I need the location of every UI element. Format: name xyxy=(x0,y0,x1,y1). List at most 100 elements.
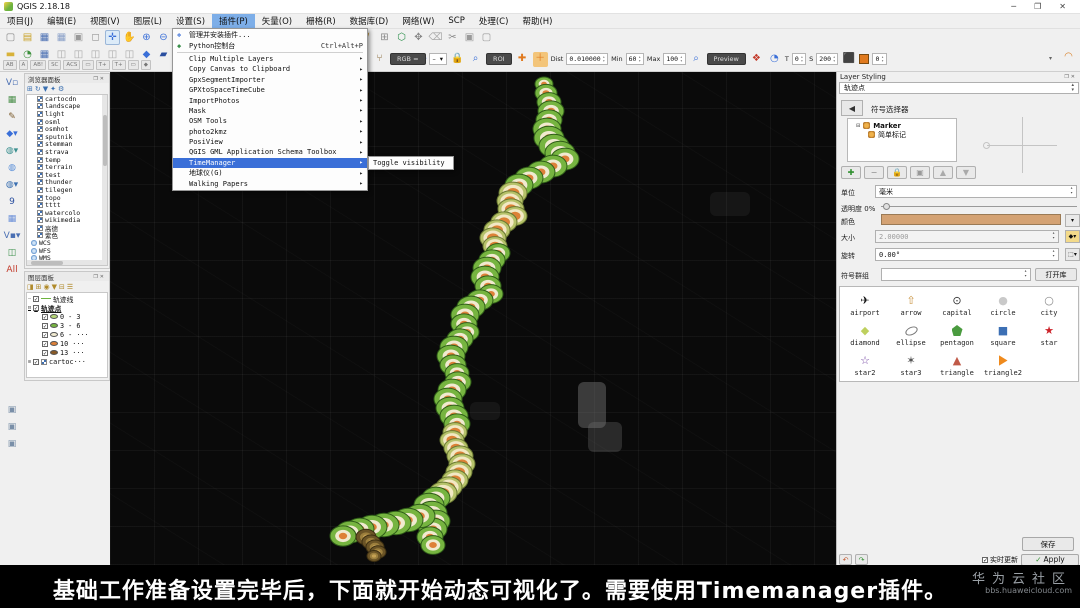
plugins-menu-item[interactable]: Walking Papers ▸ xyxy=(173,178,367,188)
layer-class-row[interactable]: ✓ 0 - 3 xyxy=(28,312,107,321)
remove-symbol-layer-button[interactable]: − xyxy=(864,166,884,179)
color-dropdown-button[interactable]: ▾ xyxy=(1065,214,1080,227)
add-wfs-layer-icon[interactable]: ◍▾ xyxy=(4,178,20,192)
ink-icon[interactable]: ⬛ xyxy=(841,52,856,67)
browser-tree-item[interactable]: light xyxy=(27,110,107,118)
plugins-menu-item[interactable]: Clip Multiple Layers ▸ xyxy=(173,54,367,64)
browser-panel-buttons[interactable]: ❐✕ xyxy=(93,76,106,82)
preview-button[interactable]: Preview xyxy=(706,53,746,65)
camera-tool-icon-1[interactable]: ▣ xyxy=(4,403,20,417)
open-layer-styling-icon[interactable]: ◨ xyxy=(27,283,34,291)
unit-combo[interactable]: 毫米 ▴ ▾ xyxy=(875,185,1077,198)
size-data-defined-button[interactable]: ◆▾ xyxy=(1065,230,1080,243)
rotation-spinbox[interactable]: 0.00° ▴ ▾ xyxy=(875,248,1059,261)
zoom-out-icon[interactable]: ⊖ xyxy=(156,30,171,45)
plugins-menu-item[interactable]: ◆ Python控制台 Ctrl+Alt+P xyxy=(173,40,367,50)
open-library-button[interactable]: 打开库 xyxy=(1035,268,1077,281)
label-chip-a[interactable]: A xyxy=(18,60,29,70)
new-shapefile-icon[interactable]: V▪▾ xyxy=(4,229,21,243)
plugins-menu-item[interactable]: 地球仪(G) ▸ xyxy=(173,168,367,178)
label-chip-acs[interactable]: ACS xyxy=(63,60,81,70)
remove-layer-icon[interactable]: ☰ xyxy=(67,283,73,291)
marker-swatch-ellipse[interactable]: ellipse xyxy=(888,320,934,350)
min-spinbox[interactable]: 60 ▴ ▾ xyxy=(625,53,644,65)
marker-swatch-pentagon[interactable]: pentagon xyxy=(934,320,980,350)
map-composer-icon[interactable]: ▣ xyxy=(71,30,86,45)
menubar-item[interactable]: 视图(V) xyxy=(83,14,126,28)
menubar-item[interactable]: 插件(P) xyxy=(212,14,255,28)
symbol-group-combo[interactable]: ▴ ▾ xyxy=(881,268,1031,281)
dist-spinbox[interactable]: 0.010000 ▴ ▾ xyxy=(566,53,609,65)
menubar-item[interactable]: 图层(L) xyxy=(127,14,169,28)
properties-icon[interactable]: ⚙ xyxy=(58,85,64,93)
layer-row-basemap[interactable]: ⊞ ✓ cartoc··· xyxy=(28,357,107,366)
class-checkbox[interactable]: ✓ xyxy=(42,340,48,347)
browser-tree-item[interactable]: tilegen xyxy=(27,186,107,194)
menubar-item[interactable]: 网络(W) xyxy=(395,14,441,28)
cut-icon[interactable]: ✂ xyxy=(445,30,460,45)
browser-tree-item[interactable]: topo xyxy=(27,194,107,202)
marker-swatch-triangle[interactable]: ▲ triangle xyxy=(934,350,980,380)
zoom-in-icon[interactable]: ⊕ xyxy=(139,30,154,45)
save-project-icon[interactable]: ▦ xyxy=(37,30,52,45)
apply-button[interactable]: ✓ Apply xyxy=(1021,553,1079,566)
undo-style-button[interactable]: ↶ xyxy=(839,554,852,565)
plugins-menu-item[interactable]: Mask ▸ xyxy=(173,106,367,116)
styling-dock-buttons[interactable]: ❐✕ xyxy=(1064,74,1077,80)
roi-button[interactable]: ROI xyxy=(486,53,512,65)
camera-tool-icon-3[interactable]: ▣ xyxy=(4,437,20,451)
add-vector-layer-icon[interactable]: V▫ xyxy=(4,76,20,90)
toggle-visibility-item[interactable]: Toggle visibility xyxy=(369,157,453,169)
preview-zoom-icon[interactable]: ⌕ xyxy=(689,52,704,67)
minimize-button[interactable]: ─ xyxy=(1011,2,1016,11)
menubar-item[interactable]: 处理(C) xyxy=(472,14,516,28)
node-tool-icon[interactable]: ⊞ xyxy=(377,30,392,45)
save-style-button[interactable]: 保存 xyxy=(1022,537,1074,551)
filter-browser-icon[interactable]: ▼ xyxy=(43,85,48,93)
add-text-layer-icon[interactable]: 9 xyxy=(4,195,20,209)
layer-row-points[interactable]: ⊟ ✓ 轨迹点 xyxy=(28,303,107,313)
plugins-menu-item[interactable]: GPXtoSpaceTimeCube ▸ xyxy=(173,85,367,95)
marker-swatch-diamond[interactable]: ◆ diamond xyxy=(842,320,888,350)
marker-swatch-triangle2[interactable]: triangle2 xyxy=(980,350,1026,380)
plugins-menu-item[interactable]: GpxSegmentImporter ▸ xyxy=(173,75,367,85)
collapse-all-icon[interactable]: ✦ xyxy=(50,85,56,93)
browser-tree-item[interactable]: strava xyxy=(27,148,107,156)
browser-tree-item[interactable]: landscape xyxy=(27,102,107,110)
max-spinbox[interactable]: 100 ▴ ▾ xyxy=(663,53,686,65)
browser-tree[interactable]: cartocdn landscape light osml osmhot sputnik s… xyxy=(26,94,108,266)
add-wms-layer-icon[interactable]: ◍▾ xyxy=(4,144,20,158)
open-project-icon[interactable]: ▤ xyxy=(20,30,35,45)
menubar-item[interactable]: 编辑(E) xyxy=(40,14,83,28)
restore-button[interactable]: ❐ xyxy=(1034,2,1041,11)
plugins-menu-item[interactable]: Copy Canvas to Clipboard ▸ xyxy=(173,64,367,74)
class-color-swatch[interactable] xyxy=(859,54,870,64)
browser-tree-item[interactable]: terrain xyxy=(27,163,107,171)
label-chip-blank[interactable]: ▭ xyxy=(82,60,94,70)
browser-tree-item[interactable]: wikimedia xyxy=(27,216,107,224)
manage-visibility-icon[interactable]: ◉ xyxy=(44,283,50,291)
copy-features-icon[interactable]: ▣ xyxy=(462,30,477,45)
new-project-icon[interactable]: ▢ xyxy=(3,30,18,45)
add-symbol-layer-button[interactable]: ✚ xyxy=(841,166,861,179)
marker-swatch-star2[interactable]: ☆ star2 xyxy=(842,350,888,380)
add-wcs-layer-icon[interactable]: ◍ xyxy=(4,161,20,175)
overflow-caret-icon[interactable]: ▾ xyxy=(1043,51,1058,66)
label-chip-tplus[interactable]: T+ xyxy=(95,60,110,70)
symbol-tree[interactable]: ⊟ Marker 简单标记 xyxy=(847,118,957,162)
marker-swatch-square[interactable]: ■ square xyxy=(980,320,1026,350)
zoom-roi-icon[interactable]: ⌕ xyxy=(468,52,483,67)
band-combo[interactable]: – ▾ xyxy=(428,53,448,65)
move-down-button[interactable]: ▼ xyxy=(956,166,976,179)
back-button[interactable]: ◀ xyxy=(841,100,863,116)
layer-class-row[interactable]: ✓ 6 - ··· xyxy=(28,330,107,339)
pan-map-icon[interactable]: ✛ xyxy=(105,30,120,45)
layer-class-row[interactable]: ✓ 10 ··· xyxy=(28,339,107,348)
qgis-hat-icon[interactable]: ◠ xyxy=(1061,49,1076,64)
add-group-icon[interactable]: ⊞ xyxy=(36,283,42,291)
menubar-item[interactable]: 项目(J) xyxy=(0,14,40,28)
camera-tool-icon-2[interactable]: ▣ xyxy=(4,420,20,434)
browser-tree-item[interactable]: 高德 xyxy=(27,224,107,233)
browser-vscrollbar[interactable] xyxy=(102,95,107,265)
menubar-item[interactable]: 栅格(R) xyxy=(299,14,343,28)
